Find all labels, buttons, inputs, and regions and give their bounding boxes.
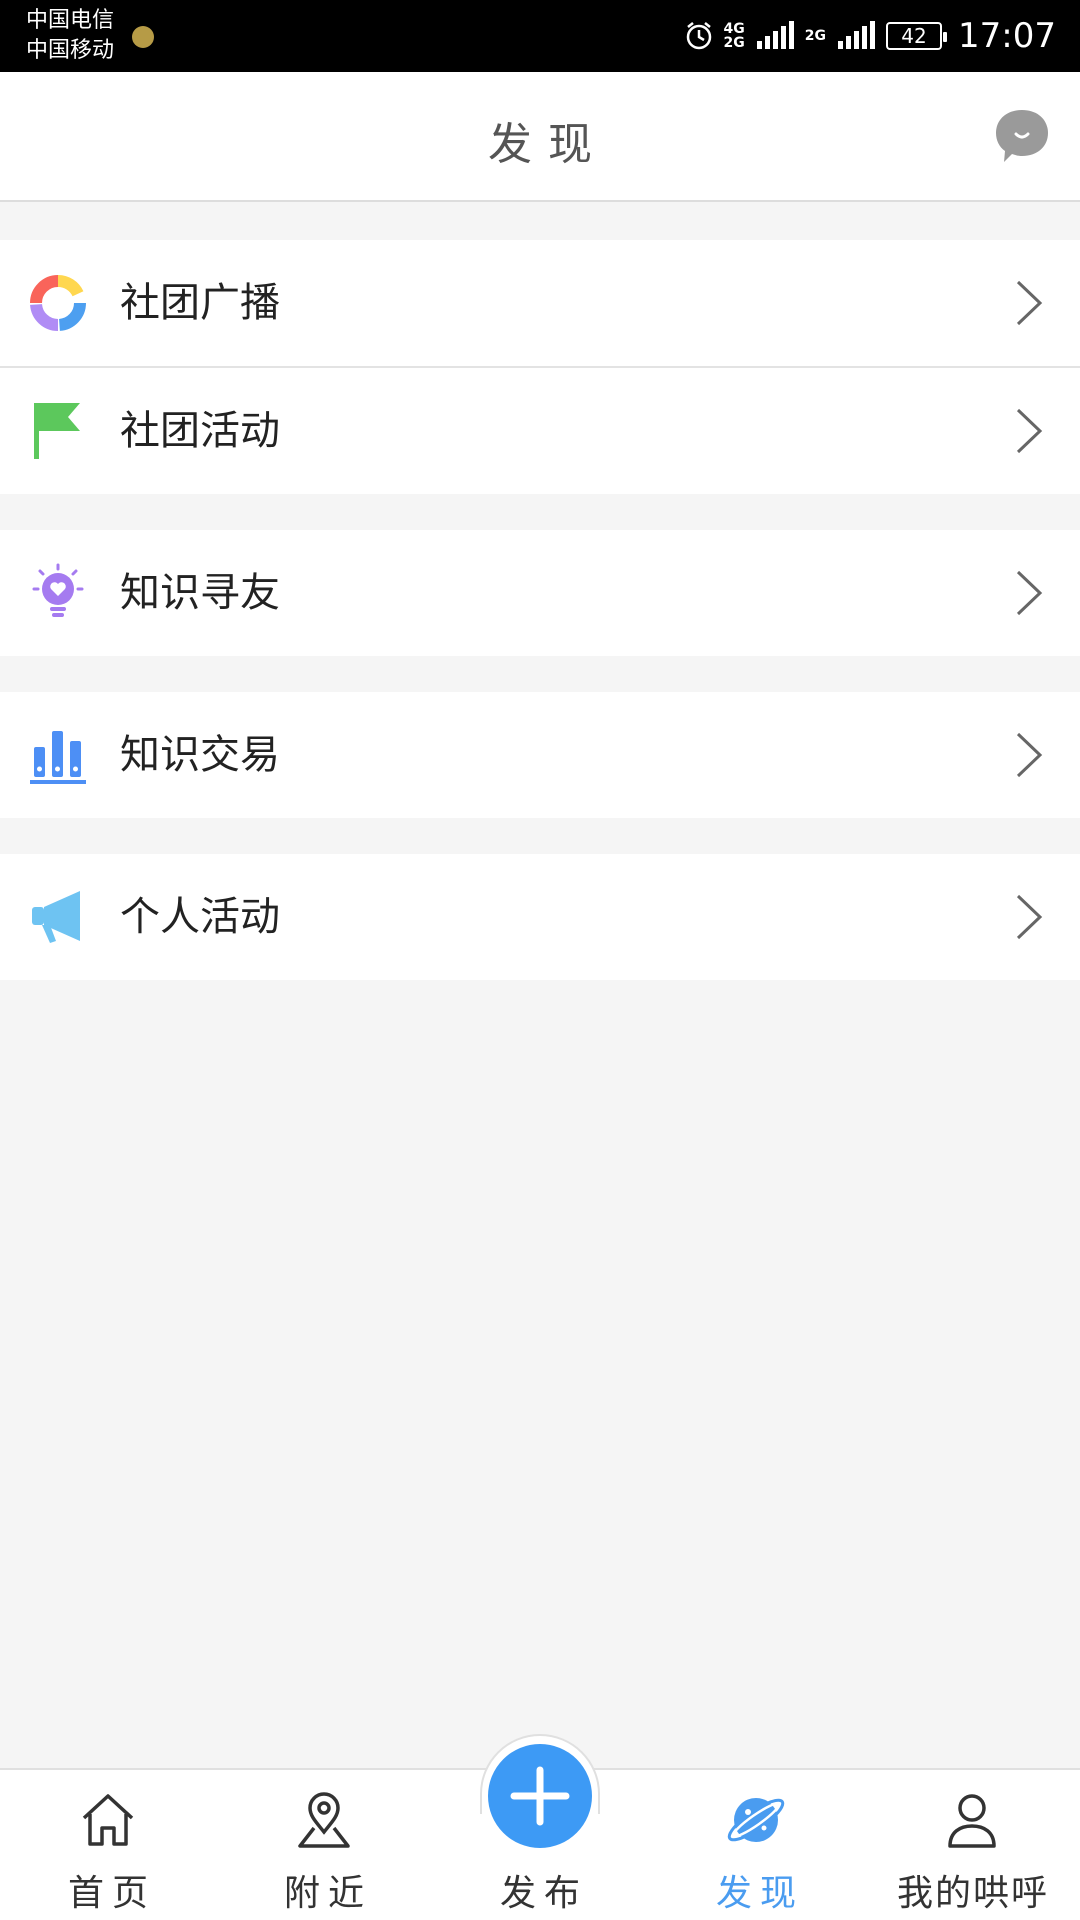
menu-item-knowledge-friends[interactable]: 知识寻友 — [0, 530, 1080, 656]
plus-icon — [510, 1766, 570, 1826]
menu-item-label: 社团活动 — [120, 408, 280, 454]
bar-chart-icon — [30, 731, 86, 784]
network-type-1: 4G 2G — [724, 22, 745, 50]
chat-bubble-icon[interactable] — [992, 106, 1052, 166]
nav-label: 附近 — [283, 1873, 372, 1914]
publish-button[interactable] — [488, 1744, 592, 1848]
carrier-2: 中国移动 — [26, 38, 115, 63]
person-icon — [948, 1794, 996, 1848]
menu-item-club-broadcast[interactable]: 社团广播 — [0, 240, 1080, 366]
menu-item-label: 知识交易 — [120, 732, 280, 778]
nav-item-nearby[interactable]: 附近 — [216, 1770, 432, 1920]
nav-label: 发现 — [715, 1873, 804, 1914]
location-pin-icon — [298, 1792, 350, 1848]
carrier-1: 中国电信 — [26, 8, 115, 33]
clock: 17:07 — [958, 16, 1056, 56]
nav-label: 首页 — [67, 1873, 156, 1914]
notification-dot — [132, 26, 154, 48]
nav-item-profile[interactable]: 我的哄呼 — [864, 1770, 1080, 1920]
menu-item-personal-activities[interactable]: 个人活动 — [0, 854, 1080, 980]
menu-item-club-activities[interactable]: 社团活动 — [0, 368, 1080, 494]
nav-label: 我的哄呼 — [896, 1873, 1049, 1914]
menu-item-knowledge-trade[interactable]: 知识交易 — [0, 692, 1080, 818]
signal-bars-icon — [756, 21, 794, 49]
menu-item-label: 个人活动 — [120, 894, 280, 940]
lightbulb-heart-icon — [32, 563, 84, 617]
chevron-right-icon — [1016, 894, 1043, 940]
menu-item-label: 知识寻友 — [120, 570, 280, 616]
home-icon — [82, 1794, 134, 1846]
donut-chart-icon — [30, 275, 86, 331]
nav-item-publish[interactable]: 发布 — [432, 1744, 648, 1920]
network-1-label: 4G — [723, 21, 745, 37]
chevron-right-icon — [1016, 732, 1043, 778]
network-2-label: 2G — [723, 35, 745, 51]
alarm-icon — [686, 22, 711, 50]
planet-icon — [727, 1798, 785, 1842]
battery-level: 42 — [901, 24, 927, 48]
status-icons: 4G 2G 2G 42 17:07 — [684, 0, 1056, 72]
carrier-info: 中国电信 中国移动 — [26, 6, 114, 66]
nav-label: 发布 — [499, 1873, 588, 1914]
chevron-right-icon — [1016, 280, 1043, 326]
menu-item-label: 社团广播 — [120, 280, 280, 326]
flag-icon — [34, 403, 80, 459]
network-type-2: 2G — [804, 28, 827, 44]
status-bar: 中国电信 中国移动 4G 2G 2G 42 17:07 — [0, 0, 1080, 72]
battery-icon: 42 — [886, 22, 948, 50]
chevron-right-icon — [1016, 408, 1043, 454]
page-title: 发现 — [488, 119, 608, 170]
signal-bars-2-icon — [838, 21, 876, 49]
header: 发现 — [0, 72, 1080, 202]
nav-item-discover[interactable]: 发现 — [648, 1770, 864, 1920]
nav-item-home[interactable]: 首页 — [0, 1770, 216, 1920]
megaphone-icon — [32, 891, 80, 943]
bottom-nav: 首页 附近 发布 发现 我的哄呼 — [0, 1734, 1080, 1920]
chevron-right-icon — [1016, 570, 1043, 616]
